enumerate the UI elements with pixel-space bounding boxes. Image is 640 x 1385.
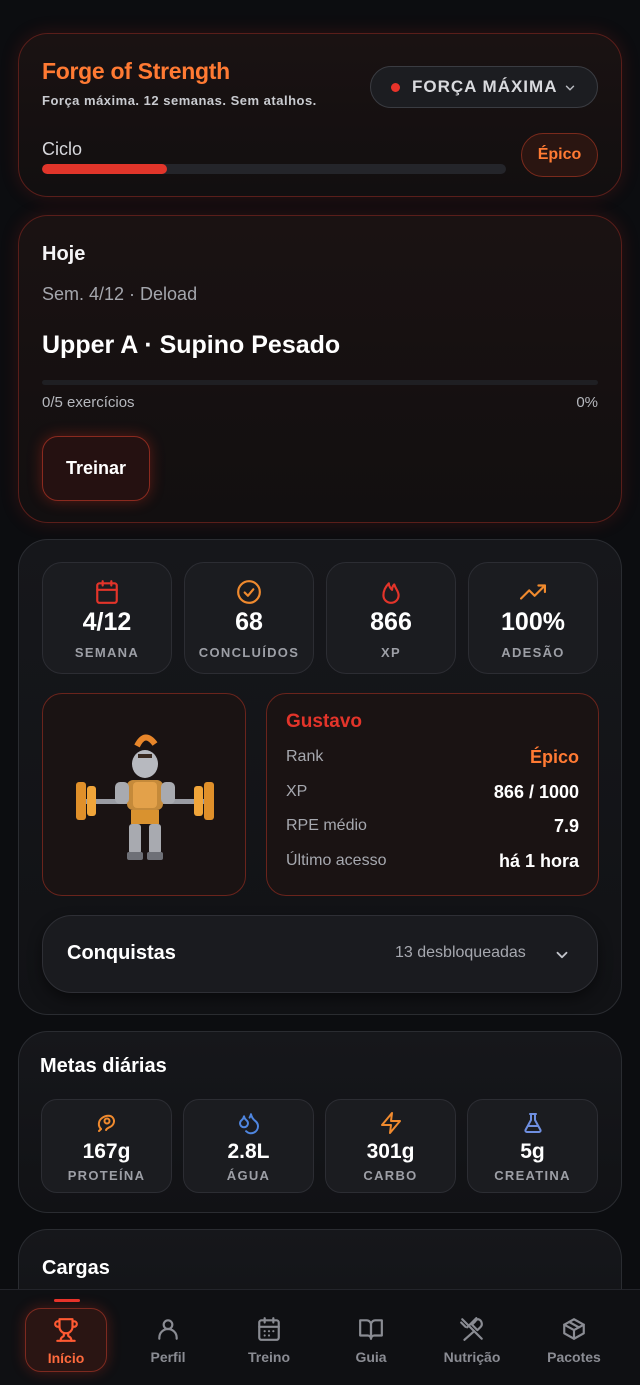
workout-progress-bar (42, 380, 598, 385)
stat-adherence: 100% ADESÃO (468, 562, 598, 674)
achievements-count: 13 desbloqueadas (395, 944, 526, 961)
profile-row-value: há 1 hora (498, 850, 579, 871)
stat-value: 100% (501, 608, 565, 636)
avatar (76, 734, 214, 860)
nav-label: Treino (247, 1349, 290, 1365)
active-nav-indicator (54, 1299, 80, 1302)
goal-label: ÁGUA (226, 1168, 271, 1183)
meat-icon (97, 1114, 115, 1132)
stat-xp: 866 XP (326, 562, 456, 674)
mode-label: FORÇA MÁXIMA (412, 77, 558, 96)
trending-up-icon (520, 584, 546, 600)
workout-name: Upper A · Supino Pesado (42, 331, 341, 359)
stat-label: CONCLUÍDOS (198, 645, 300, 660)
stat-value: 4/12 (82, 608, 132, 636)
profile-panel: Gustavo Rank Épico XP 866 / 1000 RPE méd… (266, 693, 599, 896)
stat-week: 4/12 SEMANA (42, 562, 172, 674)
nav-item-workout[interactable]: Treino (228, 1308, 310, 1372)
profile-name: Gustavo (286, 711, 363, 732)
goal-value: 167g (82, 1140, 131, 1163)
package-icon (563, 1318, 585, 1340)
program-subtitle: Força máxima. 12 semanas. Sem atalhos. (42, 93, 317, 108)
profile-row-value: 7.9 (553, 815, 579, 836)
chevron-down-icon (556, 951, 568, 959)
train-button[interactable]: Treinar (42, 436, 150, 501)
nav-label: Início (47, 1350, 85, 1366)
cycle-progress-fill (42, 164, 168, 174)
nav-label: Perfil (150, 1349, 186, 1365)
daily-goals-heading: Metas diárias (40, 1055, 167, 1077)
profile-row-value: Épico (529, 746, 579, 767)
calendar-icon (96, 580, 118, 604)
profile-row-key: Rank (286, 748, 324, 765)
program-title: Forge of Strength (42, 58, 230, 84)
chevron-down-icon (565, 85, 575, 91)
nav-item-packages[interactable]: Pacotes (533, 1308, 615, 1372)
achievements-toggle[interactable]: Conquistas 13 desbloqueadas (42, 915, 598, 993)
today-week-text: Sem. 4/12 · Deload (42, 284, 198, 304)
stat-value: 866 (370, 608, 412, 636)
nav-item-guide[interactable]: Guia (330, 1308, 412, 1372)
nav-label: Guia (355, 1349, 387, 1365)
program-header-card: Forge of Strength Força máxima. 12 seman… (18, 33, 622, 197)
user-icon (158, 1319, 178, 1340)
nav-item-profile[interactable]: Perfil (127, 1308, 209, 1372)
nav-item-nutrition[interactable]: Nutrição (431, 1308, 513, 1372)
goal-label: CREATINA (494, 1168, 571, 1183)
profile-row-key: Último acesso (286, 852, 387, 869)
zap-icon (380, 1112, 401, 1134)
profile-row-xp: XP 866 / 1000 (286, 780, 579, 804)
goal-value: 5g (520, 1140, 545, 1163)
stat-label: ADESÃO (501, 645, 565, 660)
goal-water: 2.8L ÁGUA (183, 1099, 314, 1193)
flask-icon (523, 1113, 542, 1133)
goal-value: 301g (366, 1140, 415, 1163)
flame-icon (382, 582, 400, 604)
goal-value: 2.8L (227, 1140, 270, 1163)
stat-label: XP (381, 645, 401, 660)
goal-carbs: 301g CARBO (325, 1099, 456, 1193)
mode-status-dot (391, 82, 400, 92)
exercises-count: 0/5 exercícios (42, 394, 135, 411)
droplets-icon (238, 1113, 259, 1135)
nav-label: Pacotes (547, 1349, 601, 1365)
workout-percent: 0% (576, 394, 598, 411)
profile-row-key: XP (286, 783, 308, 800)
cycle-label: Ciclo (42, 139, 83, 159)
check-circle-icon (237, 580, 261, 604)
goal-label: PROTEÍNA (67, 1168, 146, 1183)
profile-row-last-access: Último acesso há 1 hora (286, 849, 579, 873)
stats-card: 4/12 SEMANA 68 CONCLUÍDOS 866 XP 100% AD… (18, 539, 622, 1015)
book-icon (359, 1319, 383, 1340)
goal-label: CARBO (363, 1168, 418, 1183)
trophy-icon (54, 1318, 78, 1342)
goal-protein: 167g PROTEÍNA (41, 1099, 172, 1193)
goal-creatine: 5g CREATINA (467, 1099, 598, 1193)
nav-item-home[interactable]: Início (25, 1308, 107, 1372)
achievements-title: Conquistas (67, 942, 176, 964)
stat-completed: 68 CONCLUÍDOS (184, 562, 314, 674)
nav-label: Nutrição (443, 1349, 501, 1365)
cycle-progress-bar (42, 164, 506, 174)
profile-row-rpe: RPE médio 7.9 (286, 814, 579, 838)
bottom-nav: Início Perfil Treino Guia Nutrição Pacot… (0, 1289, 640, 1385)
loads-heading: Cargas (42, 1257, 110, 1279)
rank-badge[interactable]: Épico (521, 133, 598, 177)
profile-row-key: RPE médio (286, 817, 367, 834)
profile-row-value: 866 / 1000 (493, 781, 579, 802)
calendar-icon (258, 1317, 280, 1341)
today-heading: Hoje (42, 243, 86, 265)
utensils-icon (460, 1317, 483, 1341)
daily-goals-card: Metas diárias 167g PROTEÍNA 2.8L ÁGUA 30… (18, 1031, 622, 1213)
mode-selector[interactable]: FORÇA MÁXIMA (370, 66, 598, 108)
avatar-frame (42, 693, 246, 896)
profile-row-rank: Rank Épico (286, 745, 579, 769)
today-workout-card: Hoje Sem. 4/12 · Deload Upper A · Supino… (18, 215, 622, 523)
stat-label: SEMANA (74, 645, 140, 660)
stat-value: 68 (235, 608, 263, 636)
